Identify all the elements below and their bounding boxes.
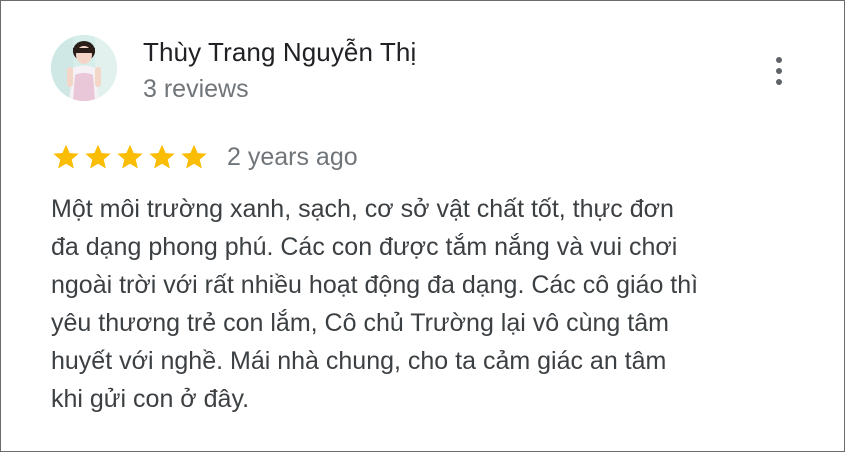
star-icon (115, 142, 145, 172)
reviewer-name[interactable]: Thùy Trang Nguyễn Thị (143, 37, 416, 68)
avatar-image (51, 35, 117, 101)
star-icon (179, 142, 209, 172)
review-text-line: đa dạng phong phú. Các con được tắm nắng… (51, 233, 678, 261)
star-icon (147, 142, 177, 172)
review-text: Một môi trường xanh, sạch, cơ sở vật chấ… (51, 190, 811, 418)
more-options-button[interactable] (765, 53, 793, 89)
star-icon (83, 142, 113, 172)
review-text-line: ngoài trời với rất nhiều hoạt động đa dạ… (51, 271, 699, 299)
star-icon (51, 142, 81, 172)
star-rating (51, 142, 209, 172)
review-date: 2 years ago (227, 142, 358, 171)
rating-row: 2 years ago (51, 141, 358, 173)
review-card: Thùy Trang Nguyễn Thị 3 reviews 2 years … (0, 0, 845, 452)
review-text-line: Một môi trường xanh, sạch, cơ sở vật chấ… (51, 195, 674, 223)
more-vertical-icon (776, 57, 782, 85)
reviewer-avatar[interactable] (51, 35, 117, 101)
review-text-line: huyết với nghề. Mái nhà chung, cho ta cả… (51, 347, 667, 375)
review-text-line: yêu thương trẻ con lắm, Cô chủ Trường lạ… (51, 309, 669, 337)
reviewer-review-count[interactable]: 3 reviews (143, 75, 249, 104)
review-text-line: khi gửi con ở đây. (51, 385, 250, 413)
